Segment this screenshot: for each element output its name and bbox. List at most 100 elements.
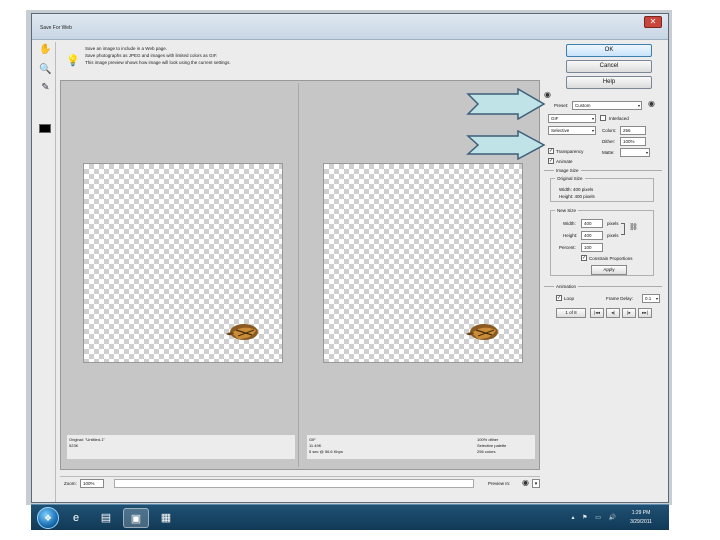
- transparency-checkerboard: [83, 163, 283, 363]
- eyedropper-color-icon[interactable]: [39, 124, 51, 133]
- frame-counter: 1 of 8: [556, 308, 586, 318]
- percent-label: Percent:: [559, 245, 576, 250]
- clock-date[interactable]: 3/29/2011: [619, 519, 663, 525]
- ok-button[interactable]: OK: [566, 44, 652, 57]
- tool-strip: ✋ 🔍 ✎: [34, 42, 56, 502]
- palette-value: Selective: [551, 128, 570, 133]
- preview-in-label: Preview In:: [488, 481, 511, 486]
- width-unit: pixels: [607, 221, 619, 226]
- optimized-palette: Selective palette: [477, 443, 507, 448]
- zoom-icon[interactable]: 🔍: [39, 64, 52, 76]
- palette-select[interactable]: Selective ▾: [548, 126, 596, 135]
- original-preview-pane[interactable]: Original: "Untitled-1" 523K: [63, 83, 299, 467]
- original-width: Width: 400 pixels: [559, 187, 594, 192]
- previous-frame-button[interactable]: ◂|: [606, 308, 620, 318]
- first-frame-button[interactable]: |◂◂: [590, 308, 604, 318]
- play-button[interactable]: |▸: [622, 308, 636, 318]
- original-name: Original: "Untitled-1": [69, 437, 105, 442]
- transparency-label: Transparency: [556, 149, 584, 154]
- loop-label: Loop: [564, 296, 575, 301]
- new-size-title: New Size: [555, 208, 579, 213]
- browser-dropdown-icon[interactable]: ▾: [532, 479, 540, 488]
- optimized-dither: 100% dither: [477, 437, 499, 442]
- dither-label: Dither:: [602, 139, 616, 144]
- dither-input[interactable]: 100%: [620, 137, 646, 146]
- frame-delay-select[interactable]: 0.1 ▾: [642, 294, 660, 303]
- height-input[interactable]: 400: [581, 231, 603, 240]
- browser-icon[interactable]: ◉: [522, 478, 529, 487]
- status-field: [114, 479, 474, 488]
- chevron-down-icon: ▾: [637, 103, 640, 108]
- optimized-caption: GIF 11.49K 5 sec @ 56.6 Kbps 100% dither…: [307, 435, 535, 459]
- shell-image: [226, 324, 258, 340]
- height-unit: pixels: [607, 233, 619, 238]
- frame-delay-label: Frame Delay:: [606, 296, 634, 301]
- percent-input[interactable]: 100: [581, 243, 603, 252]
- transparency-checkerboard: [323, 163, 523, 363]
- height-label: Height:: [563, 233, 578, 238]
- info-line-1: Save an image to include in a Web page.: [85, 46, 167, 51]
- callout-arrow-preset: [466, 88, 546, 120]
- internet-explorer-icon[interactable]: e: [63, 508, 89, 528]
- optimized-download-time: 5 sec @ 56.6 Kbps: [309, 449, 343, 454]
- original-height: Height: 400 pixels: [559, 194, 595, 199]
- optimized-colors: 256 colors: [477, 449, 496, 454]
- constrain-link-bracket: [621, 223, 625, 235]
- chevron-down-icon: ▾: [591, 116, 594, 121]
- loop-checkbox[interactable]: ✓: [556, 295, 562, 301]
- colors-input[interactable]: 256: [620, 126, 646, 135]
- constrain-checkbox[interactable]: ✓: [581, 255, 587, 261]
- interlaced-checkbox[interactable]: [600, 115, 606, 121]
- animate-label: Animate: [556, 159, 573, 164]
- help-button[interactable]: Help: [566, 76, 652, 89]
- animate-checkbox[interactable]: ✓: [548, 158, 554, 164]
- eyedropper-icon[interactable]: ✎: [39, 82, 52, 94]
- settings-panel: OK Cancel Help ◉ Preset: Custom ▾ ◉ GIF ▾ …: [544, 40, 666, 480]
- file-explorer-icon[interactable]: ▤: [93, 508, 119, 528]
- transparency-checkbox[interactable]: ✓: [548, 148, 554, 154]
- image-size-tab[interactable]: Image Size: [554, 168, 581, 173]
- taskbar: ❖ e ▤ ▣ ▦ ▴ ⚑ ▭ 🔊 1:29 PM 3/29/2011: [31, 504, 669, 530]
- close-button[interactable]: ✕: [644, 16, 662, 28]
- chevron-down-icon: ▾: [591, 128, 594, 133]
- system-tray-icons[interactable]: ▴ ⚑ ▭ 🔊: [571, 514, 619, 521]
- preset-label: Preset:: [554, 103, 569, 108]
- matte-select[interactable]: ▾: [620, 148, 650, 157]
- cancel-button[interactable]: Cancel: [566, 60, 652, 73]
- windows-start-icon[interactable]: ❖: [37, 507, 59, 529]
- animation-tab[interactable]: Animation: [554, 284, 579, 289]
- optimize-menu-icon[interactable]: ◉: [648, 99, 655, 108]
- chevron-down-icon: ▾: [645, 150, 648, 155]
- width-label: Width:: [563, 221, 576, 226]
- format-select[interactable]: GIF ▾: [548, 114, 596, 123]
- window-title: Save For Web: [40, 25, 72, 31]
- apply-button[interactable]: Apply: [591, 265, 627, 275]
- zoom-select[interactable]: 100%: [80, 479, 104, 488]
- info-bar: 💡 Save an image to include in a Web page…: [60, 44, 560, 78]
- frame-delay-value: 0.1: [645, 296, 652, 301]
- original-size: 523K: [69, 443, 79, 448]
- new-size-group: New Size Width: 400 pixels Height: 400 p…: [550, 208, 654, 276]
- width-input[interactable]: 400: [581, 219, 603, 228]
- clock-time[interactable]: 1:29 PM: [619, 510, 663, 516]
- preset-select[interactable]: Custom ▾: [572, 101, 642, 110]
- matte-label: Matte:: [602, 150, 615, 155]
- original-caption: Original: "Untitled-1" 523K: [67, 435, 295, 459]
- powerpoint-taskbar-icon[interactable]: ▦: [153, 508, 179, 528]
- chevron-down-icon: ▾: [655, 296, 658, 301]
- last-frame-button[interactable]: ▸▸|: [638, 308, 652, 318]
- zoom-label: Zoom:: [64, 481, 77, 486]
- bottom-bar: Zoom: 100% Preview In: ◉ ▾: [60, 476, 540, 490]
- preset-value: Custom: [575, 103, 591, 108]
- original-size-title: Original Size: [555, 176, 585, 181]
- colors-label: Colors:: [602, 128, 617, 133]
- info-line-3: This image preview shows how image will …: [85, 60, 231, 65]
- shell-image: [466, 324, 498, 340]
- title-bar: Save For Web ✕: [32, 14, 668, 40]
- hand-icon[interactable]: ✋: [39, 44, 52, 56]
- optimized-size: 11.49K: [309, 443, 322, 448]
- chain-link-icon: ⛓: [629, 224, 638, 231]
- photoshop-taskbar-icon[interactable]: ▣: [123, 508, 149, 528]
- optimized-format: GIF: [309, 437, 316, 442]
- interlaced-label: Interlaced: [609, 116, 629, 121]
